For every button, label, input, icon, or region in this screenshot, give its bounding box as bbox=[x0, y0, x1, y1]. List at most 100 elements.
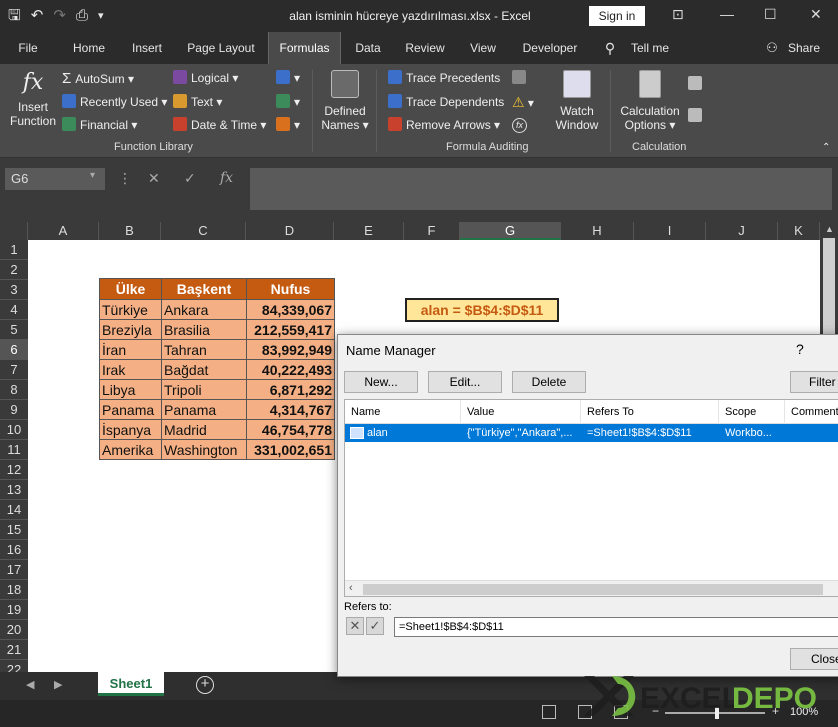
autosum-button[interactable]: Σ AutoSum ▾ bbox=[62, 70, 134, 87]
tab-formulas[interactable]: Formulas bbox=[268, 32, 341, 64]
minimize-icon[interactable]: — bbox=[720, 6, 734, 22]
delete-name-button[interactable]: Delete bbox=[512, 371, 586, 393]
tab-review[interactable]: Review bbox=[400, 32, 450, 64]
zoom-slider[interactable] bbox=[665, 707, 765, 719]
page-layout-view-icon[interactable] bbox=[578, 705, 592, 719]
row-header[interactable]: 15 bbox=[0, 520, 28, 540]
financial-button[interactable]: Financial ▾ bbox=[62, 117, 137, 132]
vertical-scroll-thumb[interactable] bbox=[823, 238, 835, 338]
table-cell[interactable]: Irak bbox=[99, 359, 162, 380]
list-column-header[interactable]: Comment bbox=[785, 400, 838, 424]
row-header[interactable]: 16 bbox=[0, 540, 28, 560]
zoom-out-icon[interactable]: − bbox=[652, 704, 659, 718]
text-button[interactable]: Text ▾ bbox=[173, 94, 222, 109]
column-header[interactable]: J bbox=[706, 222, 778, 240]
row-header[interactable]: 4 bbox=[0, 300, 28, 320]
row-header[interactable]: 7 bbox=[0, 360, 28, 380]
error-checking-button[interactable]: ⚠ ▾ bbox=[512, 94, 534, 111]
collapse-ribbon-icon[interactable]: ⌃ bbox=[822, 142, 830, 153]
remove-arrows-button[interactable]: Remove Arrows ▾ bbox=[388, 117, 500, 132]
table-header-cell[interactable]: Ülke bbox=[99, 278, 162, 300]
table-cell[interactable]: İspanya bbox=[99, 419, 162, 440]
sign-in-button[interactable]: Sign in bbox=[589, 6, 645, 26]
tab-page-layout[interactable]: Page Layout bbox=[180, 32, 262, 64]
table-cell[interactable]: Libya bbox=[99, 379, 162, 400]
row-header[interactable]: 1 bbox=[0, 240, 28, 260]
tab-data[interactable]: Data bbox=[348, 32, 388, 64]
list-item[interactable]: alan {"Türkiye","Ankara",... =Sheet1!$B$… bbox=[345, 424, 838, 442]
column-header[interactable]: B bbox=[99, 222, 161, 240]
trace-precedents-button[interactable]: Trace Precedents bbox=[388, 70, 500, 85]
list-horizontal-scrollbar[interactable]: ‹ bbox=[345, 580, 838, 596]
lookup-reference-button[interactable]: ▾ bbox=[276, 70, 300, 85]
save-icon[interactable]: 🖫 bbox=[8, 6, 21, 26]
recently-used-button[interactable]: Recently Used ▾ bbox=[62, 94, 167, 109]
column-header[interactable]: C bbox=[161, 222, 246, 240]
page-break-view-icon[interactable] bbox=[614, 705, 628, 719]
name-definition-note-cell[interactable]: alan = $B$4:$D$11 bbox=[405, 298, 559, 322]
list-column-header[interactable]: Refers To bbox=[581, 400, 719, 424]
row-header[interactable]: 5 bbox=[0, 320, 28, 340]
filter-button[interactable]: Filter bbox=[790, 371, 838, 393]
column-header-selected[interactable]: G bbox=[460, 222, 561, 240]
watch-window-button[interactable]: Watch Window bbox=[552, 70, 602, 132]
formula-input[interactable] bbox=[250, 168, 832, 210]
scroll-left-icon[interactable]: ‹ bbox=[349, 582, 353, 594]
column-header[interactable]: D bbox=[246, 222, 334, 240]
add-sheet-icon[interactable]: + bbox=[196, 676, 214, 694]
table-cell[interactable]: Ankara bbox=[161, 299, 247, 320]
tab-file[interactable]: File bbox=[8, 32, 48, 64]
refers-to-input[interactable] bbox=[394, 617, 838, 637]
ribbon-display-options-icon[interactable]: ⊡ bbox=[672, 6, 684, 23]
names-list[interactable]: Name Value Refers To Scope Comment alan … bbox=[344, 399, 838, 597]
zoom-slider-thumb[interactable] bbox=[715, 707, 719, 719]
list-column-header[interactable]: Name bbox=[345, 400, 461, 424]
column-header[interactable]: H bbox=[561, 222, 634, 240]
table-cell[interactable]: Tahran bbox=[161, 339, 247, 360]
table-cell[interactable]: Tripoli bbox=[161, 379, 247, 400]
print-preview-icon[interactable]: ⎙ bbox=[76, 6, 88, 26]
table-cell[interactable]: 84,339,067 bbox=[246, 299, 335, 320]
redo-icon[interactable]: ↷ bbox=[53, 6, 66, 26]
help-button[interactable]: ? bbox=[796, 341, 804, 357]
undo-icon[interactable]: ↶ bbox=[31, 6, 44, 26]
list-column-header[interactable]: Value bbox=[461, 400, 581, 424]
table-cell[interactable]: 83,992,949 bbox=[246, 339, 335, 360]
table-cell[interactable]: 46,754,778 bbox=[246, 419, 335, 440]
table-cell[interactable]: Brasilia bbox=[161, 319, 247, 340]
tab-view[interactable]: View bbox=[462, 32, 504, 64]
table-cell[interactable]: Washington bbox=[161, 439, 247, 460]
row-header[interactable]: 20 bbox=[0, 620, 28, 640]
tab-home[interactable]: Home bbox=[62, 32, 116, 64]
math-trig-button[interactable]: ▾ bbox=[276, 94, 300, 109]
row-header[interactable]: 9 bbox=[0, 400, 28, 420]
row-header[interactable]: 11 bbox=[0, 440, 28, 460]
table-cell[interactable]: 6,871,292 bbox=[246, 379, 335, 400]
column-header[interactable]: K bbox=[778, 222, 820, 240]
row-header[interactable]: 10 bbox=[0, 420, 28, 440]
column-header[interactable]: I bbox=[634, 222, 706, 240]
tell-me-search[interactable]: Tell me bbox=[624, 32, 676, 64]
edit-name-button[interactable]: Edit... bbox=[428, 371, 502, 393]
table-cell[interactable]: Madrid bbox=[161, 419, 247, 440]
scroll-up-icon[interactable]: ▲ bbox=[825, 224, 834, 234]
sheet-prev-icon[interactable]: ◀ bbox=[26, 678, 34, 691]
zoom-level[interactable]: 100% bbox=[790, 706, 818, 718]
row-header[interactable]: 17 bbox=[0, 560, 28, 580]
insert-function-button[interactable]: fx Insert Function bbox=[10, 70, 56, 128]
close-icon[interactable]: ✕ bbox=[810, 6, 822, 23]
row-header[interactable]: 21 bbox=[0, 640, 28, 660]
list-scroll-thumb[interactable] bbox=[363, 584, 823, 595]
row-header[interactable]: 8 bbox=[0, 380, 28, 400]
row-header[interactable]: 14 bbox=[0, 500, 28, 520]
table-cell[interactable]: Breziyla bbox=[99, 319, 162, 340]
table-cell[interactable]: Bağdat bbox=[161, 359, 247, 380]
table-header-cell[interactable]: Nufus bbox=[246, 278, 335, 300]
row-header[interactable]: 12 bbox=[0, 460, 28, 480]
column-header[interactable]: E bbox=[334, 222, 404, 240]
maximize-icon[interactable]: ☐ bbox=[764, 6, 777, 23]
new-name-button[interactable]: New... bbox=[344, 371, 418, 393]
normal-view-icon[interactable] bbox=[542, 705, 556, 719]
more-functions-button[interactable]: ▾ bbox=[276, 117, 300, 132]
tab-developer[interactable]: Developer bbox=[515, 32, 585, 64]
